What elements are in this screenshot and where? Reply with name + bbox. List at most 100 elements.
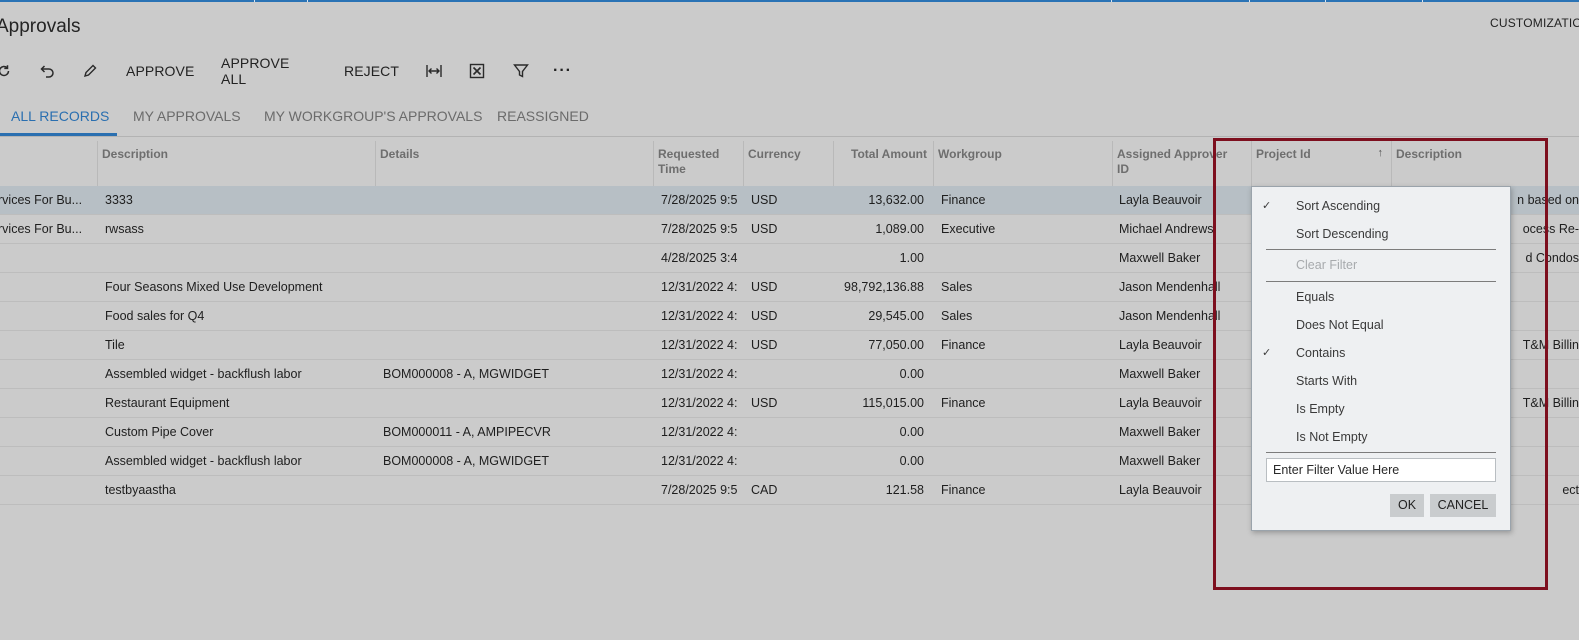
top-bar-separator bbox=[1249, 0, 1250, 2]
cell-assigned-approver: Maxwell Baker bbox=[1119, 251, 1201, 265]
cell-total-amount: 1,089.00 bbox=[875, 222, 924, 236]
menu-item-label: Contains bbox=[1296, 346, 1346, 360]
top-accent-bar bbox=[0, 0, 1579, 2]
cell-details: BOM000008 - A, MGWIDGET bbox=[383, 454, 550, 468]
cell-description: Assembled widget - backflush labor bbox=[105, 454, 302, 468]
cancel-button[interactable]: CANCEL bbox=[1430, 494, 1496, 517]
cell-currency: USD bbox=[751, 280, 778, 294]
clear-filter-option: Clear Filter bbox=[1252, 252, 1510, 278]
cell-total-amount: 0.00 bbox=[899, 454, 924, 468]
reject-button[interactable]: REJECT bbox=[344, 58, 399, 84]
column-header-description[interactable]: Description bbox=[97, 141, 375, 186]
cell-workgroup: Executive bbox=[941, 222, 996, 236]
condition-is-not-empty-option[interactable]: Is Not Empty bbox=[1252, 424, 1510, 450]
pencil-icon[interactable] bbox=[82, 58, 98, 84]
column-header-requested-time[interactable]: Requested Time bbox=[653, 141, 743, 186]
condition-contains-option[interactable]: ✓ Contains bbox=[1252, 340, 1510, 366]
cell-currency: USD bbox=[751, 222, 778, 236]
cell-total-amount: 77,050.00 bbox=[868, 338, 924, 352]
column-header-assigned-approver-id[interactable]: Assigned Approver ID bbox=[1112, 141, 1251, 186]
cell-details bbox=[383, 476, 649, 504]
column-header-label: Description bbox=[102, 147, 169, 161]
cell-description: testbyaastha bbox=[105, 483, 176, 497]
cell-workgroup bbox=[941, 418, 1107, 446]
column-header-project-id[interactable]: Project Id ↑ bbox=[1251, 141, 1391, 186]
cell-description: Food sales for Q4 bbox=[105, 309, 205, 323]
menu-item-label: Does Not Equal bbox=[1296, 318, 1384, 332]
cell-assigned-approver: Jason Mendenhall bbox=[1119, 309, 1221, 323]
cell-description: Tile bbox=[105, 338, 125, 352]
cell-currency: USD bbox=[751, 309, 778, 323]
top-bar-separator bbox=[254, 0, 255, 2]
approve-button[interactable]: APPROVE bbox=[126, 58, 194, 84]
column-header-label: Project Id bbox=[1256, 147, 1311, 161]
cell-description bbox=[105, 244, 371, 272]
cell-workgroup bbox=[941, 360, 1107, 388]
cell-details bbox=[383, 302, 649, 330]
cell-workgroup bbox=[941, 244, 1107, 272]
ok-button[interactable]: OK bbox=[1390, 494, 1424, 517]
cell-description: Assembled widget - backflush labor bbox=[105, 367, 302, 381]
condition-does-not-equal-option[interactable]: Does Not Equal bbox=[1252, 312, 1510, 338]
cell-total-amount: 29,545.00 bbox=[868, 309, 924, 323]
column-header-label: Assigned Approver bbox=[1117, 147, 1228, 161]
menu-divider bbox=[1266, 249, 1496, 250]
more-actions-button[interactable]: ··· bbox=[553, 58, 572, 84]
tab-all-records[interactable]: ALL RECORDS bbox=[11, 108, 109, 124]
filter-icon[interactable] bbox=[513, 58, 529, 84]
column-header-description-2[interactable]: Description bbox=[1391, 141, 1579, 186]
cell-workgroup bbox=[941, 447, 1107, 475]
cell-currency bbox=[751, 447, 829, 475]
menu-divider bbox=[1266, 281, 1496, 282]
cell-currency: CAD bbox=[751, 483, 778, 497]
cell-workgroup: Finance bbox=[941, 483, 986, 497]
cell-currency: USD bbox=[751, 338, 778, 352]
cell-type bbox=[0, 273, 94, 301]
undo-icon[interactable] bbox=[38, 58, 56, 84]
sort-ascending-option[interactable]: ✓ Sort Ascending bbox=[1252, 193, 1510, 219]
condition-equals-option[interactable]: Equals bbox=[1252, 284, 1510, 310]
cell-total-amount: 0.00 bbox=[899, 367, 924, 381]
cell-details: BOM000008 - A, MGWIDGET bbox=[383, 367, 550, 381]
cell-description: 3333 bbox=[105, 193, 133, 207]
cell-assigned-approver: Jason Mendenhall bbox=[1119, 280, 1221, 294]
fit-columns-icon[interactable] bbox=[425, 58, 443, 84]
cell-requested-time: 12/31/2022 4: bbox=[661, 280, 738, 294]
column-header-workgroup[interactable]: Workgroup bbox=[933, 141, 1112, 186]
cell-requested-time: 12/31/2022 4: bbox=[661, 425, 738, 439]
cell-total-amount: 98,792,136.88 bbox=[844, 280, 924, 294]
filter-value-input[interactable] bbox=[1266, 458, 1496, 482]
checkmark-icon: ✓ bbox=[1262, 200, 1272, 212]
cell-description: rwsass bbox=[105, 222, 144, 236]
refresh-icon[interactable] bbox=[0, 58, 12, 84]
cell-assigned-approver: Maxwell Baker bbox=[1119, 454, 1201, 468]
cell-workgroup: Sales bbox=[941, 309, 973, 323]
approve-all-button[interactable]: APPROVE ALL bbox=[221, 55, 289, 87]
column-header-label: Workgroup bbox=[938, 147, 1002, 161]
grid-header: Description Details Requested Time Curren… bbox=[0, 141, 1579, 187]
cell-workgroup: Sales bbox=[941, 280, 973, 294]
cell-requested-time: 12/31/2022 4: bbox=[661, 396, 738, 410]
menu-item-label: Is Not Empty bbox=[1296, 430, 1368, 444]
cell-requested-time: 12/31/2022 4: bbox=[661, 367, 738, 381]
customization-menu[interactable]: CUSTOMIZATION bbox=[1490, 16, 1579, 30]
tab-my-workgroups-approvals[interactable]: MY WORKGROUP'S APPROVALS bbox=[264, 108, 482, 124]
checkmark-icon: ✓ bbox=[1262, 347, 1272, 359]
tab-reassigned[interactable]: REASSIGNED bbox=[497, 108, 589, 124]
top-bar-separator bbox=[1422, 0, 1423, 2]
cell-total-amount: 1.00 bbox=[899, 251, 924, 265]
column-header-total-amount[interactable]: Total Amount bbox=[833, 141, 933, 186]
sort-descending-option[interactable]: Sort Descending bbox=[1252, 221, 1510, 247]
tab-my-approvals[interactable]: MY APPROVALS bbox=[133, 108, 241, 124]
menu-item-label: Clear Filter bbox=[1296, 258, 1358, 272]
column-header-details[interactable]: Details bbox=[375, 141, 653, 186]
condition-is-empty-option[interactable]: Is Empty bbox=[1252, 396, 1510, 422]
condition-starts-with-option[interactable]: Starts With bbox=[1252, 368, 1510, 394]
export-excel-icon[interactable] bbox=[469, 58, 485, 84]
cell-type bbox=[0, 476, 94, 504]
cell-assigned-approver: Michael Andrews bbox=[1119, 222, 1214, 236]
cell-details bbox=[383, 389, 649, 417]
cell-assigned-approver: Maxwell Baker bbox=[1119, 367, 1201, 381]
column-header-currency[interactable]: Currency bbox=[743, 141, 833, 186]
cell-requested-time: 12/31/2022 4: bbox=[661, 454, 738, 468]
